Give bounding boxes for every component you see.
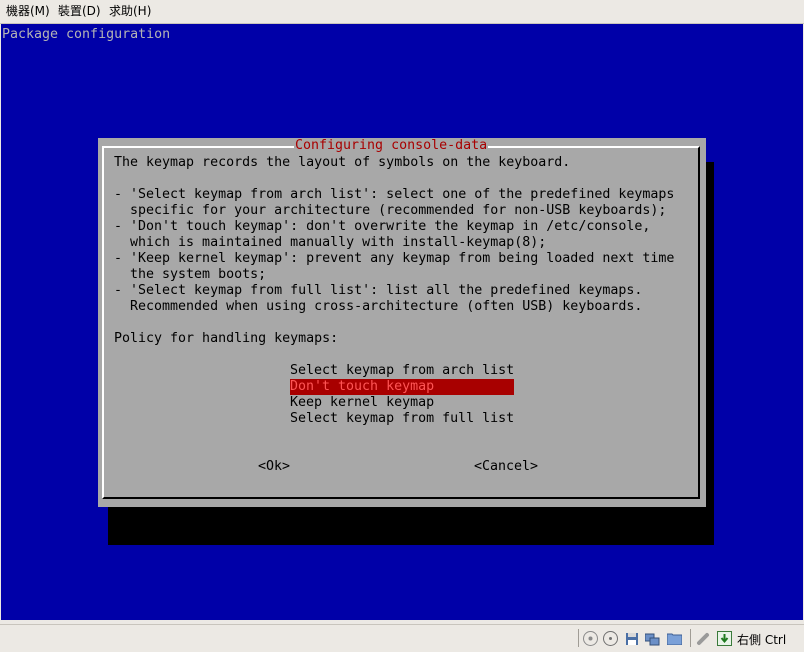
screen-title: Package configuration bbox=[2, 27, 171, 42]
floppy-icon[interactable] bbox=[624, 631, 639, 646]
bullet-line: - 'Don't touch keymap': don't overwrite … bbox=[114, 219, 651, 234]
status-separator bbox=[578, 629, 579, 647]
shared-folder-icon[interactable] bbox=[667, 631, 682, 646]
network-icon[interactable] bbox=[645, 631, 660, 646]
dialog-intro: The keymap records the layout of symbols… bbox=[114, 155, 571, 170]
menu-help[interactable]: 求助(H) bbox=[109, 4, 151, 19]
bullet-line: - 'Keep kernel keymap': prevent any keym… bbox=[114, 251, 675, 266]
config-dialog: Configuring console-data The keymap reco… bbox=[98, 138, 706, 507]
bullet-line: which is maintained manually with instal… bbox=[114, 235, 547, 250]
harddisk-icon[interactable] bbox=[583, 631, 598, 646]
vm-console-screen[interactable]: Package configuration Configuring consol… bbox=[1, 24, 803, 620]
status-separator bbox=[690, 629, 691, 647]
menu-devices[interactable]: 裝置(D) bbox=[58, 4, 101, 19]
usb-icon[interactable] bbox=[696, 631, 711, 646]
mouse-integration-icon[interactable] bbox=[717, 631, 732, 646]
cdrom-icon[interactable] bbox=[603, 631, 618, 646]
dialog-title: Configuring console-data bbox=[294, 138, 489, 154]
bullet-line: the system boots; bbox=[114, 267, 267, 282]
menu-bar: 機器(M) 裝置(D) 求助(H) bbox=[0, 0, 804, 24]
bullet-line: - 'Select keymap from arch list': select… bbox=[114, 187, 675, 202]
option-arch-list[interactable]: Select keymap from arch list bbox=[290, 363, 514, 379]
bullet-line: specific for your architecture (recommen… bbox=[114, 203, 667, 218]
cancel-button[interactable]: <Cancel> bbox=[474, 459, 538, 475]
bullet-line: - 'Select keymap from full list': list a… bbox=[114, 283, 643, 298]
host-key-label: 右側 Ctrl bbox=[737, 633, 787, 647]
bullet-line: Recommended when using cross-architectur… bbox=[114, 299, 643, 314]
option-full-list[interactable]: Select keymap from full list bbox=[290, 411, 514, 427]
status-bar: 右側 Ctrl bbox=[0, 624, 804, 652]
policy-prompt: Policy for handling keymaps: bbox=[114, 331, 339, 346]
ok-button[interactable]: <Ok> bbox=[258, 459, 290, 475]
menu-machine[interactable]: 機器(M) bbox=[6, 4, 50, 19]
option-kernel-keymap[interactable]: Keep kernel keymap bbox=[290, 395, 514, 411]
option-dont-touch[interactable]: Don't touch keymap bbox=[290, 379, 514, 395]
